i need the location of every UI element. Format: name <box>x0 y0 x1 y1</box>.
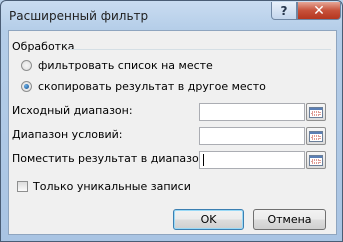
radio-button-icon[interactable] <box>21 81 32 92</box>
cancel-button[interactable]: Отмена <box>253 209 326 230</box>
help-button[interactable]: ? <box>271 2 297 20</box>
processing-group-label: Обработка <box>12 40 75 53</box>
text-caret <box>203 154 204 166</box>
criteria-range-ref-button[interactable] <box>306 127 326 145</box>
radio-copy-to-location-label: скопировать результат в другое место <box>38 80 266 93</box>
collapse-dialog-icon <box>309 130 323 142</box>
radio-filter-in-place[interactable]: фильтровать список на месте <box>21 59 213 72</box>
source-range-input[interactable] <box>199 103 305 121</box>
source-range-label: Исходный диапазон: <box>12 104 133 117</box>
close-button[interactable]: ✕ <box>297 2 341 20</box>
copy-to-ref-button[interactable] <box>306 151 326 169</box>
radio-button-icon[interactable] <box>21 60 32 71</box>
cancel-button-label: Отмена <box>267 213 312 226</box>
radio-filter-in-place-label: фильтровать список на месте <box>38 59 213 72</box>
collapse-dialog-icon <box>309 154 323 166</box>
dialog-title: Расширенный фильтр <box>9 9 149 23</box>
ok-button[interactable]: OK <box>173 209 244 230</box>
title-bar[interactable]: Расширенный фильтр ? ✕ <box>1 1 342 31</box>
collapse-dialog-icon <box>309 106 323 118</box>
advanced-filter-dialog: Расширенный фильтр ? ✕ Обработка фильтро… <box>0 0 343 242</box>
radio-copy-to-location[interactable]: скопировать результат в другое место <box>21 80 266 93</box>
dialog-body: Обработка фильтровать список на месте ск… <box>8 30 337 235</box>
criteria-range-input[interactable] <box>199 127 305 145</box>
help-icon: ? <box>280 3 288 18</box>
processing-group-divider <box>69 49 331 50</box>
unique-records-label[interactable]: Только уникальные записи <box>33 180 191 193</box>
criteria-range-label: Диапазон условий: <box>12 128 123 141</box>
radio-selected-dot <box>24 84 29 89</box>
source-range-ref-button[interactable] <box>306 103 326 121</box>
copy-to-label: Поместить результат в диапазон: <box>12 152 210 165</box>
copy-to-input[interactable] <box>199 151 305 169</box>
unique-records-checkbox[interactable] <box>17 181 28 192</box>
close-icon: ✕ <box>313 2 325 19</box>
ok-button-label: OK <box>200 213 217 226</box>
